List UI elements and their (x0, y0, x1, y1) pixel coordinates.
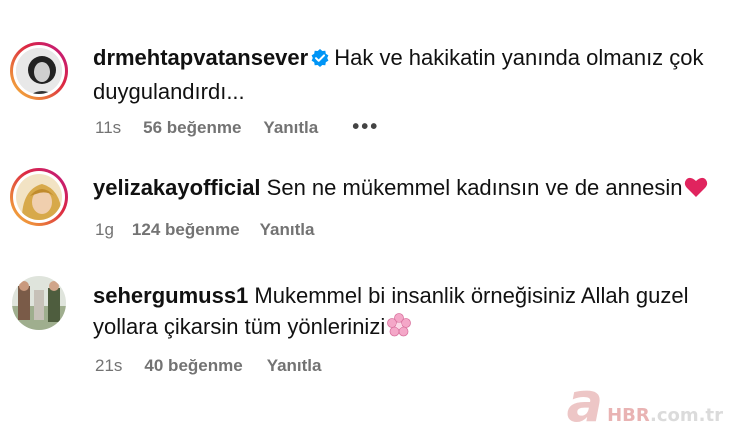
avatar-photo (16, 174, 62, 220)
timestamp[interactable]: 1g (95, 220, 114, 240)
username[interactable]: yelizakayofficial (93, 175, 261, 200)
watermark-domain: .com.tr (650, 405, 723, 426)
watermark-logo: a HBR.com.tr (567, 376, 723, 430)
watermark-letter: a (566, 371, 604, 434)
verified-badge-icon (310, 45, 330, 76)
comment-meta: 11s 56 beğenme Yanıtla ••• (95, 116, 379, 139)
comment-item: yelizakayofficial Sen ne mükemmel kadıns… (0, 150, 729, 260)
more-options-icon[interactable]: ••• (352, 116, 379, 139)
cherry-blossom-icon (387, 313, 412, 345)
red-heart-icon (684, 175, 708, 206)
comment-text: yelizakayofficial Sen ne mükemmel kadıns… (93, 172, 723, 206)
comment-body-line1: Sen ne mükemmel kadınsın ve de annesin (266, 175, 683, 200)
avatar-photo (16, 48, 62, 94)
likes-count[interactable]: 124 beğenme (132, 220, 240, 240)
avatar[interactable] (10, 168, 68, 226)
avatar-photo (12, 276, 66, 330)
avatar[interactable] (10, 42, 68, 100)
comment-body-line2: yollara çikarsin tüm yönlerinizi (93, 314, 386, 339)
comment-text: drmehtapvatansever Hak ve hakikatin yanın… (93, 42, 723, 107)
comment-text: sehergumuss1 Mukemmel bi insanlik örneği… (93, 280, 723, 345)
comment-body-line2: duygulandırdı... (93, 79, 245, 104)
comment-meta: 1g 124 beğenme Yanıtla (95, 220, 314, 240)
username[interactable]: drmehtapvatansever (93, 45, 308, 70)
timestamp[interactable]: 11s (95, 118, 121, 138)
avatar[interactable] (12, 276, 66, 330)
username[interactable]: sehergumuss1 (93, 283, 248, 308)
comment-meta: 21s 40 beğenme Yanıtla (95, 356, 322, 376)
comment-item: drmehtapvatansever Hak ve hakikatin yanın… (0, 0, 729, 150)
watermark-brand: HBR (607, 405, 651, 426)
reply-button[interactable]: Yanıtla (260, 220, 315, 240)
reply-button[interactable]: Yanıtla (267, 356, 322, 376)
comment-body-line1: Hak ve hakikatin yanında olmanız çok (334, 45, 704, 70)
likes-count[interactable]: 56 beğenme (143, 118, 241, 138)
comment-body-line1: Mukemmel bi insanlik örneğisiniz Allah g… (254, 283, 689, 308)
reply-button[interactable]: Yanıtla (263, 118, 318, 138)
likes-count[interactable]: 40 beğenme (144, 356, 242, 376)
timestamp[interactable]: 21s (95, 356, 122, 376)
watermark-text: HBR.com.tr (607, 405, 723, 426)
